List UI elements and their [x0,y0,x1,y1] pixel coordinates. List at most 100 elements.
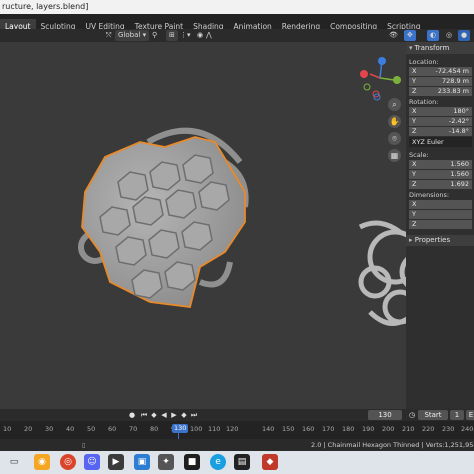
play-icon[interactable]: ▶ [170,411,178,419]
game-app-icon[interactable]: ✦ [158,454,174,470]
snap-toggle-icon[interactable]: ⊞ [166,30,178,41]
background-chain-object [358,220,406,326]
dimensions-label: Dimensions: [409,191,450,199]
rotation-y-field[interactable]: Y -2.42° [409,117,472,126]
tab-animation[interactable]: Animation [229,19,277,29]
red-app-icon[interactable]: ◆ [262,454,278,470]
blender-taskbar-icon[interactable]: ◉ [34,454,50,470]
scale-x-field[interactable]: X 1.560 [409,160,472,169]
collapse-caret-icon: ▸ [409,236,413,244]
orientation-label: Global [118,31,141,39]
dimensions-y-field[interactable]: Y [409,210,472,219]
tab-scripting[interactable]: Scripting [382,19,425,29]
record-icon[interactable]: ● [128,411,136,419]
store-app-icon[interactable]: ▣ [134,454,150,470]
timeline-tick: 30 [45,425,54,433]
transform-header[interactable]: ▾ Transform [406,42,474,54]
rotation-label: Rotation: [409,98,439,106]
timeline-tick: 180 [342,425,355,433]
shading-wire-icon[interactable]: ◎ [446,30,452,41]
edge-icon[interactable]: e [210,454,226,470]
viewport-scene [78,57,406,326]
timeline-tick: 240 [461,425,474,433]
discord-icon[interactable]: ☺ [84,454,100,470]
zoom-icon[interactable]: ⌕ [388,98,401,111]
jump-start-icon[interactable]: ⏮ [140,411,148,419]
gizmo-x-axis[interactable] [360,70,368,78]
pivot-icon[interactable]: ⚲ [152,30,157,41]
next-keyframe-icon[interactable]: ◆ [180,411,188,419]
visibility-icon[interactable]: 👁 [389,30,398,41]
clock-icon: ◷ [408,411,416,419]
viewport-header: ⤲ Global ▾ ⚲ ⊞ ⋮▾ ◉ ⋀ 👁 ✥ ◐ ◎ ● [0,29,474,42]
current-frame-marker[interactable]: 130 [172,424,189,433]
properties-header[interactable]: ▸ Properties [406,235,474,246]
location-z-field[interactable]: Z 233.83 m [409,87,472,96]
app-icon[interactable]: ■ [184,454,200,470]
play-reverse-icon[interactable]: ◀ [160,411,168,419]
task-view-icon[interactable]: ▭ [6,454,22,470]
timeline-tick: 150 [282,425,295,433]
timeline-tick: 80 [150,425,159,433]
playback-controls: ● ⏮ ◆ ◀ ▶ ◆ ⏭ 130 ◷ Start 1 E [0,409,474,421]
dimensions-z-field[interactable]: Z [409,220,472,229]
location-y-field[interactable]: Y 728.9 m [409,77,472,86]
scene-stats: 2.0 | Chainmail Hexagon Thinned | Verts:… [311,441,474,449]
location-x-field[interactable]: X -72.454 m [409,67,472,76]
tab-compositing[interactable]: Compositing [325,19,382,29]
timeline-tick: 20 [24,425,33,433]
proportional-edit-icon[interactable]: ◉ [197,30,203,41]
camera-icon[interactable]: ⌾ [388,132,401,145]
gizmo-z-axis[interactable] [378,57,386,65]
gizmo-toggle-icon[interactable]: ✥ [404,30,416,41]
scale-y-field[interactable]: Y 1.560 [409,170,472,179]
timeline-tick: 210 [402,425,415,433]
3d-viewport[interactable]: ⌕ ✋ ⌾ ▦ [0,42,406,409]
timeline-tick: 60 [108,425,117,433]
orientation-dropdown[interactable]: Global ▾ [115,30,150,41]
pan-hand-icon[interactable]: ✋ [388,115,401,128]
timeline-tick: 100 [190,425,203,433]
timeline-tick: 230 [442,425,455,433]
jump-end-icon[interactable]: ⏭ [190,411,198,419]
dimensions-x-field[interactable]: X [409,200,472,209]
terminal-icon[interactable]: ▤ [234,454,250,470]
os-taskbar: ▭ ◉ ◎ ☺ ▶ ▣ ✦ ■ e ▤ ◆ [0,451,474,474]
scale-label: Scale: [409,151,429,159]
timeline-tick: 200 [382,425,395,433]
workspace-tabs: Layout Sculpting UV Editing Texture Paint Sh… [0,14,474,29]
rotation-x-field[interactable]: X 180° [409,107,472,116]
status-bar: ▯ 2.0 | Chainmail Hexagon Thinned | Vert… [0,439,474,451]
navigation-gizmo[interactable] [360,57,401,101]
snap-dropdown-icon[interactable]: ⋮▾ [180,30,191,41]
sidebar-n-panel: ▾ Transform Location: X -72.454 m Y 728.9 m… [406,42,474,409]
tab-shading[interactable]: Shading [188,19,228,29]
mouse-icon: ▯ [82,441,86,449]
chrome-icon[interactable]: ◎ [60,454,76,470]
gizmo-y-axis[interactable] [393,76,401,84]
timeline[interactable]: 10 20 30 40 50 60 70 80 90 100 110 120 1… [0,421,474,439]
timeline-tick: 140 [262,425,275,433]
overlay-toggle-icon[interactable]: ◐ [427,30,440,41]
tab-sculpting[interactable]: Sculpting [36,19,81,29]
timeline-tick: 220 [422,425,435,433]
grid-projection-icon[interactable]: ▦ [388,149,401,162]
start-frame-field[interactable]: 1 [450,410,464,420]
shading-solid-icon[interactable]: ● [458,30,471,41]
tab-layout[interactable]: Layout [0,19,36,29]
rotation-mode-dropdown[interactable]: XYZ Euler [409,137,472,147]
tab-uv-editing[interactable]: UV Editing [81,19,130,29]
media-app-icon[interactable]: ▶ [108,454,124,470]
prev-keyframe-icon[interactable]: ◆ [150,411,158,419]
tab-rendering[interactable]: Rendering [277,19,325,29]
timeline-tick: 190 [362,425,375,433]
falloff-icon[interactable]: ⋀ [206,30,212,41]
timeline-tick: 10 [3,425,12,433]
scale-z-field[interactable]: Z 1.692 [409,180,472,189]
current-frame-field[interactable]: 130 [368,410,402,420]
timeline-tick: 160 [302,425,315,433]
transform-orientation-icon[interactable]: ⤲ [106,30,112,41]
tab-texture-paint[interactable]: Texture Paint [130,19,188,29]
blender-window: ructure, layers.blend] Layout Sculpting UV… [0,0,474,474]
rotation-z-field[interactable]: Z -14.8° [409,127,472,136]
